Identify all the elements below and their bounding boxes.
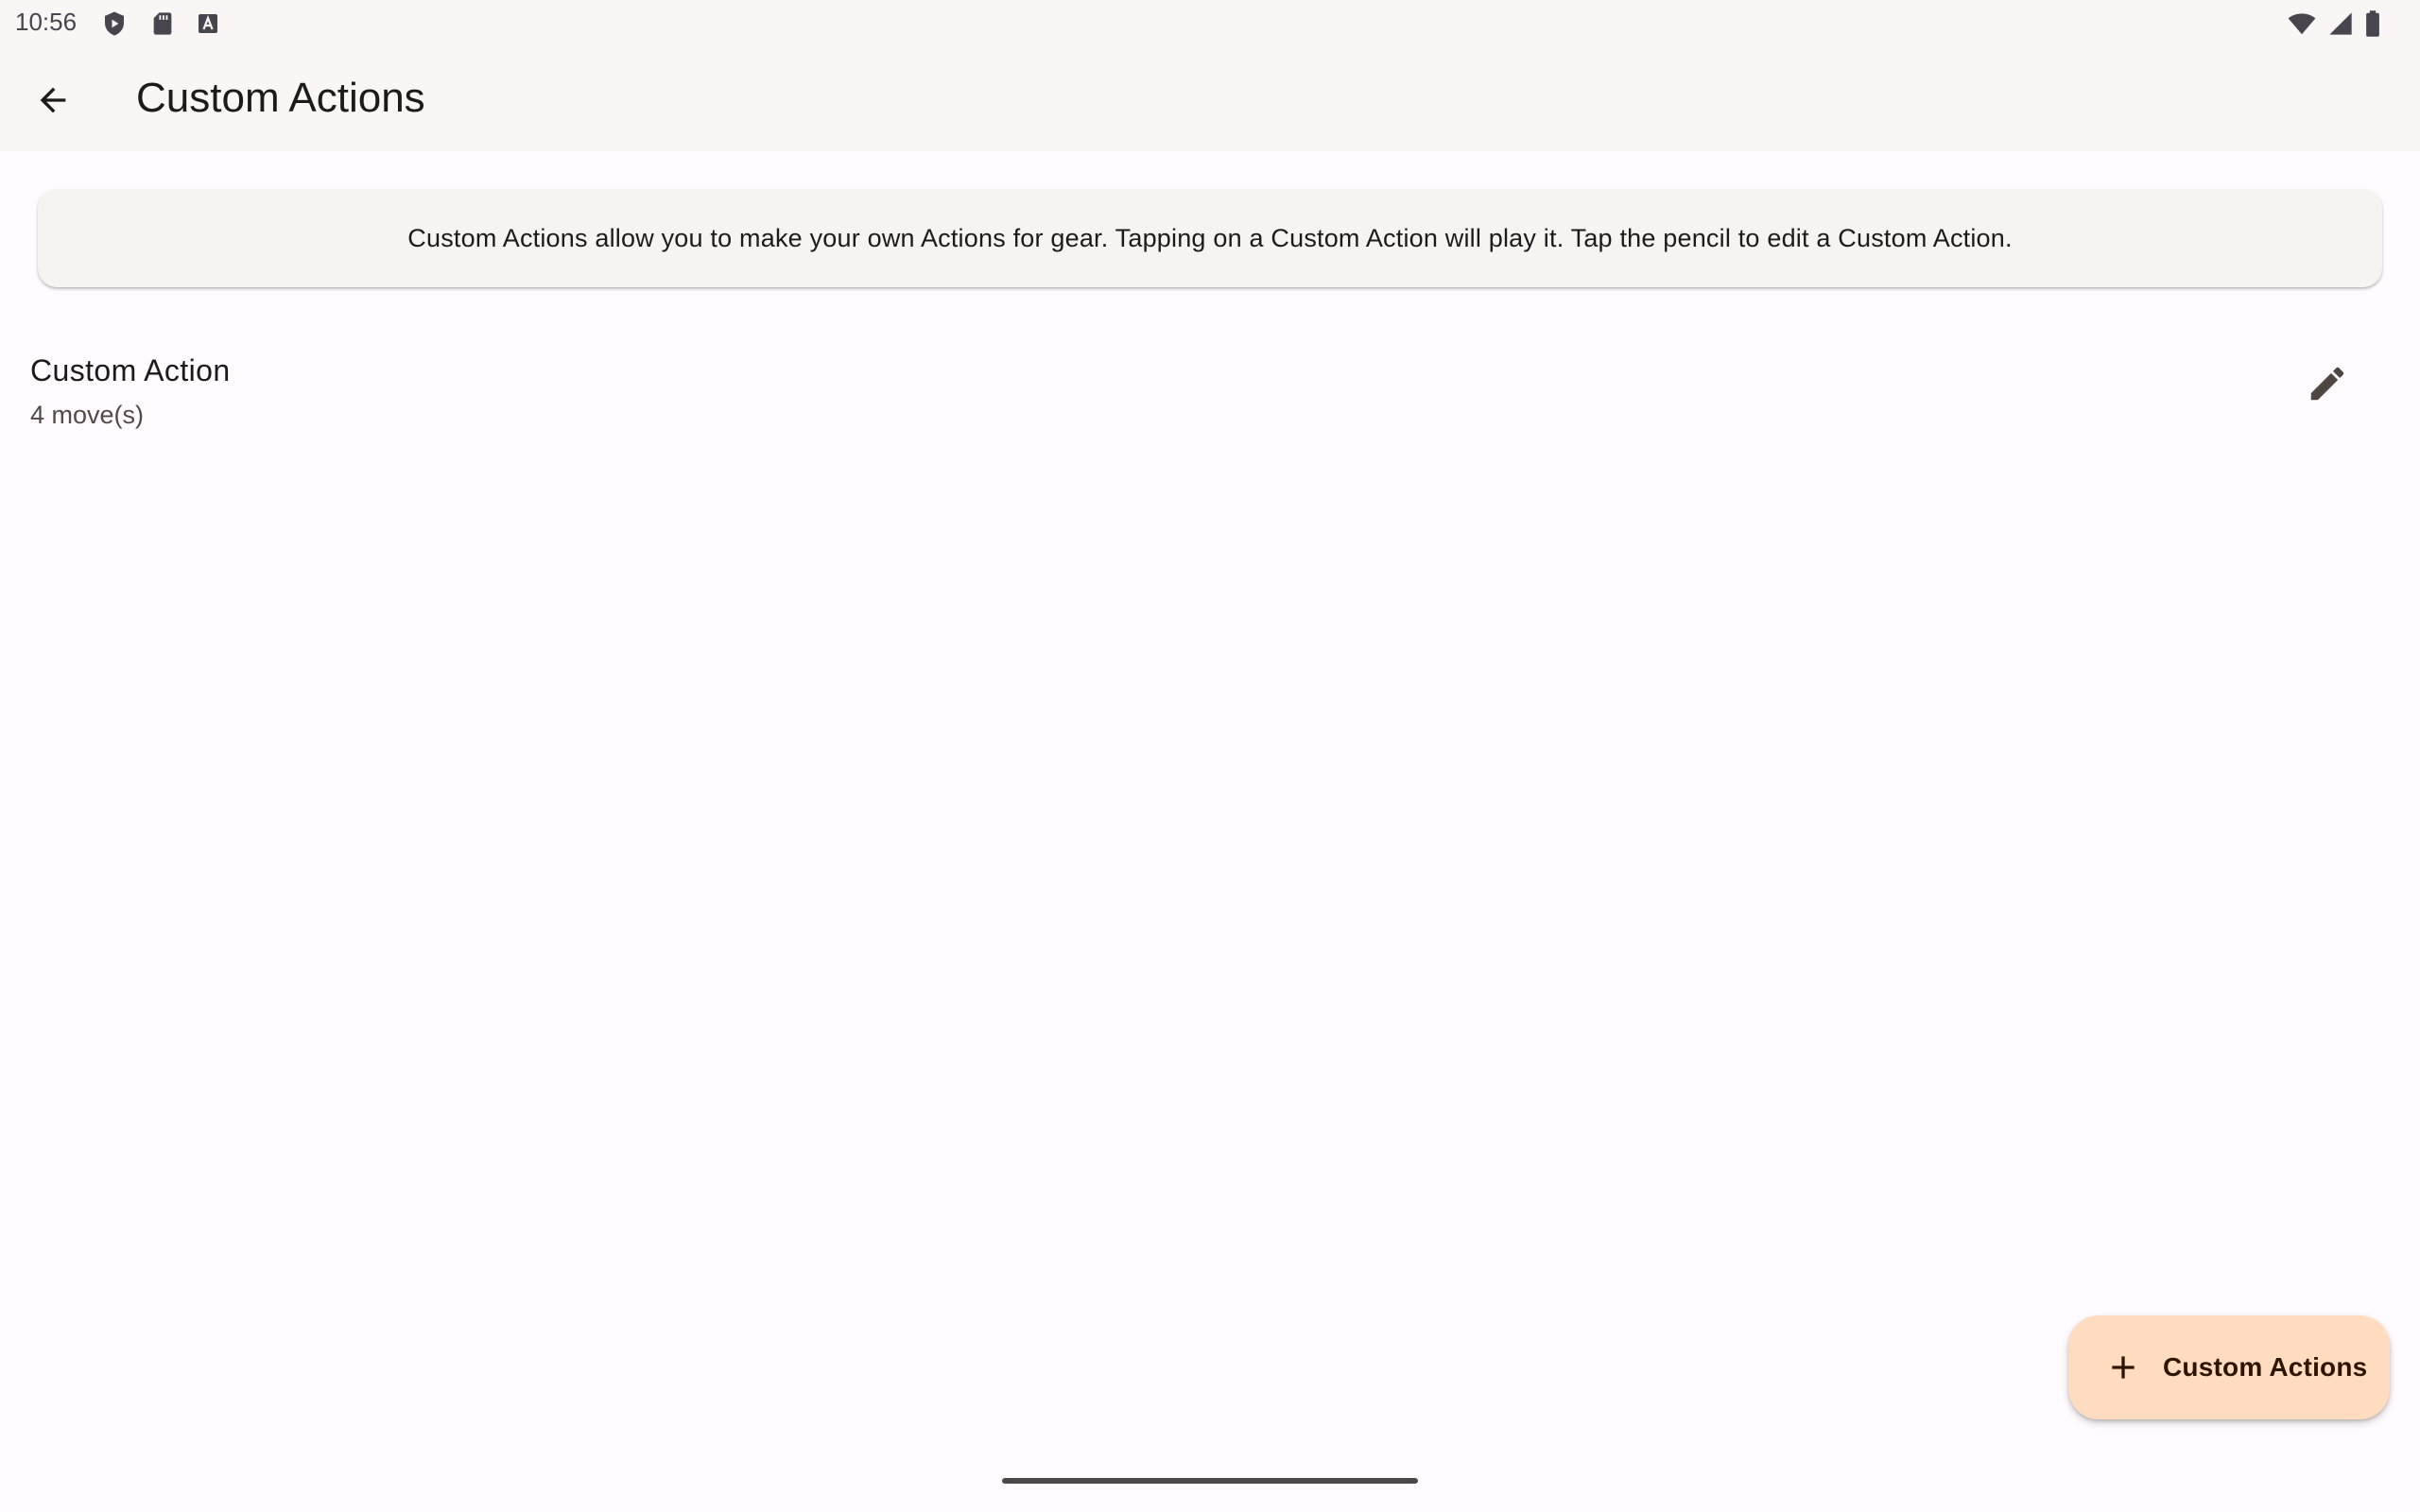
add-custom-action-fab[interactable]: Custom Actions [2068,1315,2390,1419]
gesture-nav-handle[interactable] [1002,1478,1418,1484]
status-system-icons [2286,9,2382,38]
play-protect-icon [105,11,124,36]
page-title: Custom Actions [136,75,425,121]
font-a-icon [199,14,217,33]
edit-button[interactable] [2297,353,2358,414]
cell-signal-icon [2329,12,2352,35]
pencil-icon [2310,367,2344,401]
fab-label: Custom Actions [2163,1352,2368,1382]
status-notification-icons [100,9,219,38]
back-button[interactable] [23,74,83,127]
status-bar: 10:56 [0,0,2420,49]
wifi-icon [2288,13,2316,35]
app-bar: Custom Actions [0,49,2420,151]
sd-card-icon [153,12,172,35]
battery-icon [2366,10,2379,37]
custom-action-list-item[interactable]: Custom Action 4 move(s) [0,333,2420,452]
info-card: Custom Actions allow you to make your ow… [38,189,2382,287]
status-time: 10:56 [15,8,78,36]
list-item-subtitle: 4 move(s) [30,401,145,429]
list-item-title: Custom Action [30,353,231,387]
plus-icon [2112,1356,2135,1379]
info-text: Custom Actions allow you to make your ow… [407,223,2013,252]
arrow-back-icon [40,87,66,113]
